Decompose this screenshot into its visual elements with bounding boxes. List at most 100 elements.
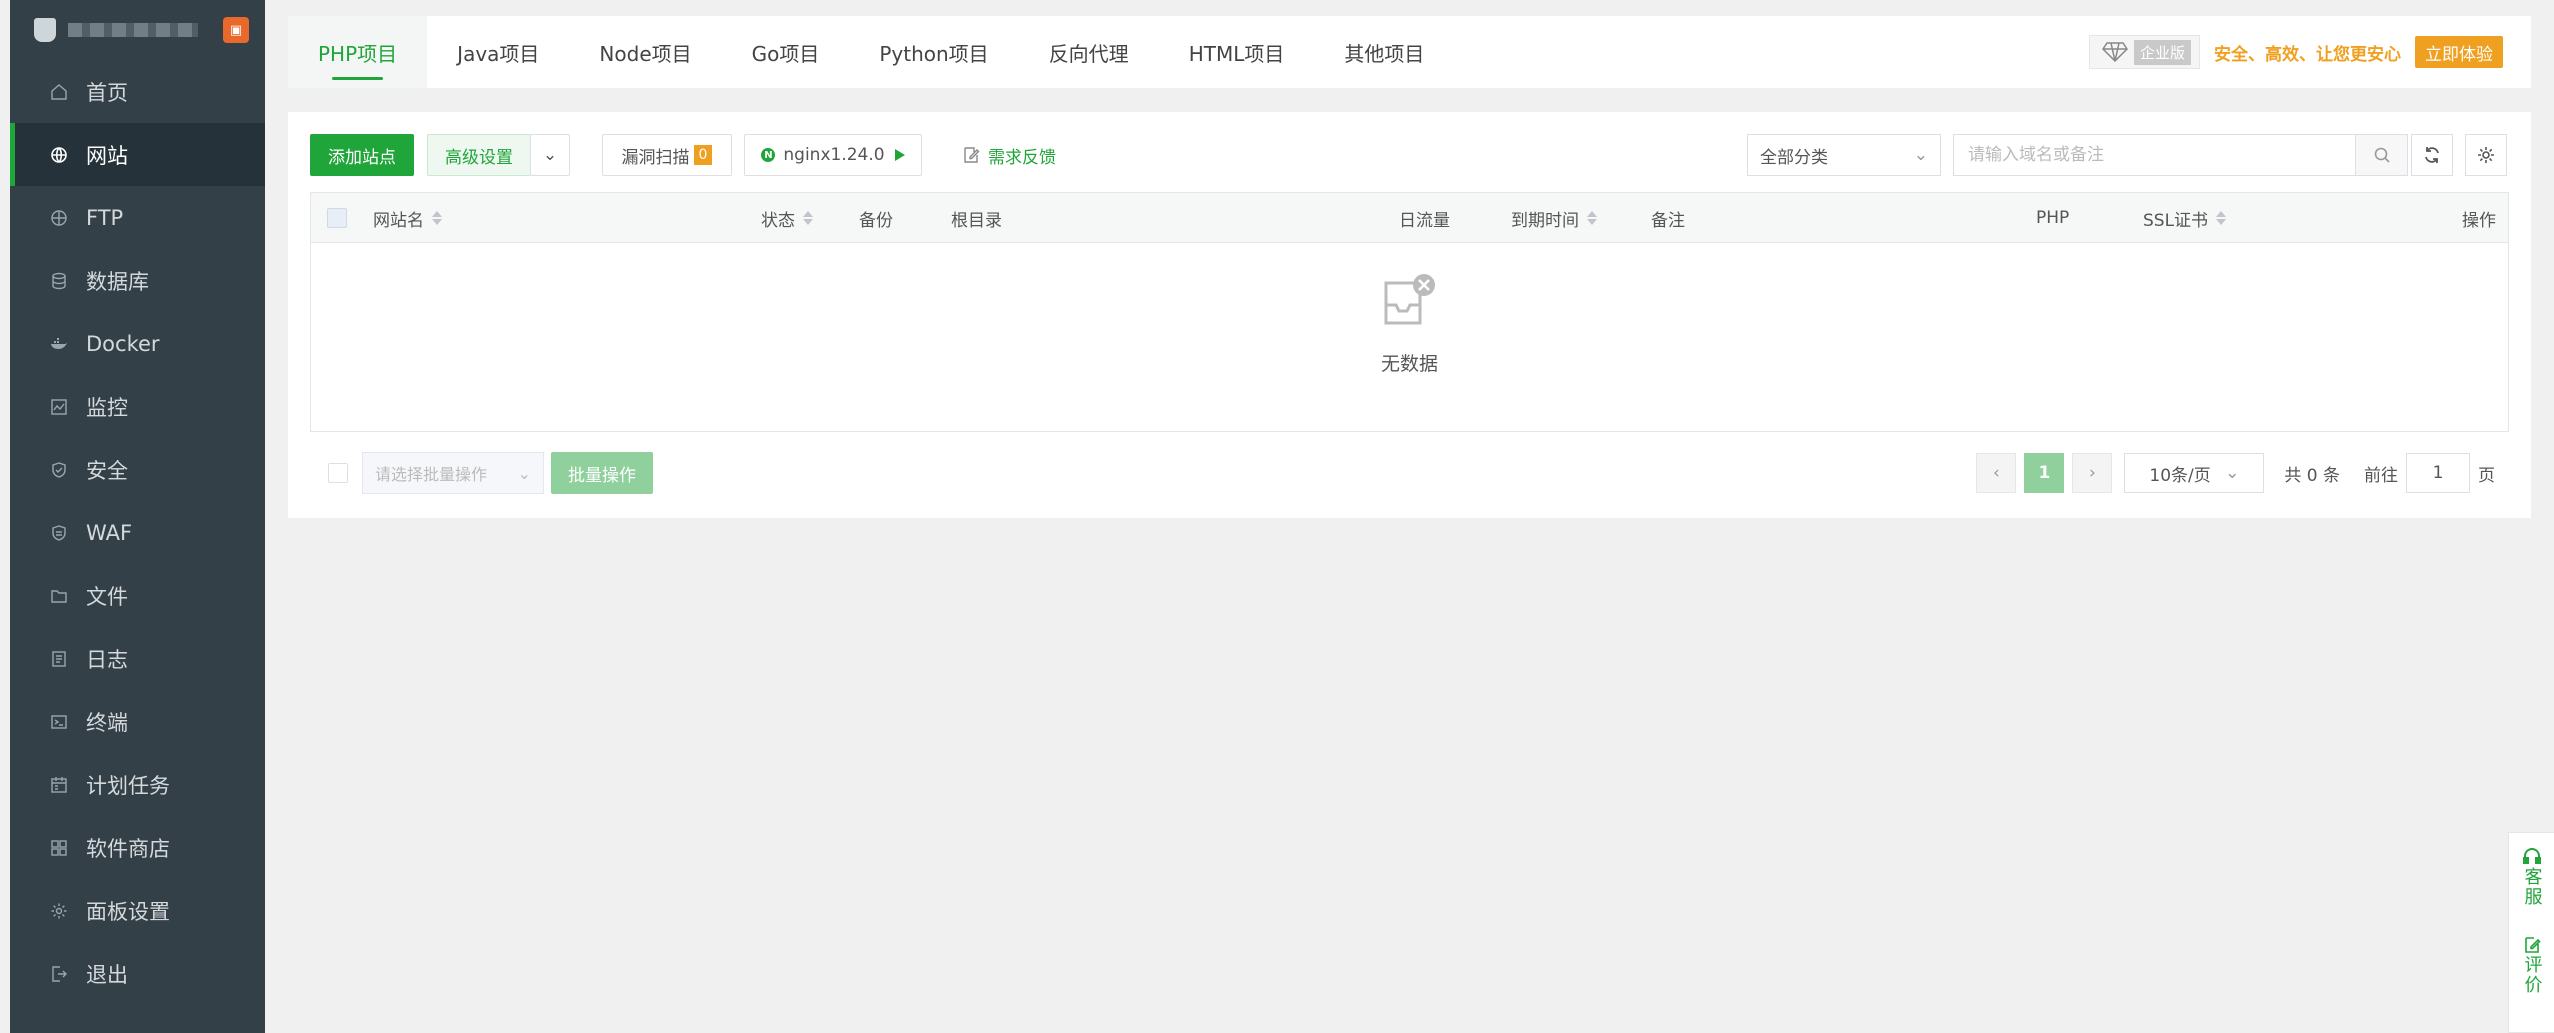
sidebar-item-monitor[interactable]: 监控 bbox=[10, 375, 265, 438]
footer-select-checkbox[interactable] bbox=[328, 463, 348, 483]
column-label: 日流量 bbox=[1399, 210, 1450, 231]
vuln-scan-button[interactable]: 漏洞扫描 0 bbox=[602, 134, 732, 176]
logout-icon bbox=[48, 963, 70, 985]
toolbar: 添加站点 高级设置 ⌄ 漏洞扫描 0 N nginx1.24.0 需求反馈 全部… bbox=[310, 134, 2509, 176]
sidebar-item-label: 监控 bbox=[86, 395, 128, 420]
customer-service-label: 客服 bbox=[2521, 867, 2543, 907]
tab-reverse-proxy[interactable]: 反向代理 bbox=[1019, 16, 1159, 88]
sidebar-item-waf[interactable]: WAF bbox=[10, 501, 265, 564]
tab-other[interactable]: 其他项目 bbox=[1314, 16, 1454, 88]
grid-icon bbox=[48, 837, 70, 859]
column-label: 网站名 bbox=[373, 210, 424, 231]
review-button[interactable]: 评价 bbox=[2521, 935, 2543, 995]
sidebar-item-label: 首页 bbox=[86, 80, 128, 105]
try-now-button[interactable]: 立即体验 bbox=[2415, 36, 2503, 68]
feedback-link[interactable]: 需求反馈 bbox=[962, 134, 1056, 176]
sidebar-item-label: 退出 bbox=[86, 962, 128, 987]
edit-icon bbox=[2524, 937, 2541, 953]
tab-go[interactable]: Go项目 bbox=[722, 16, 850, 88]
column-status[interactable]: 状态 bbox=[761, 193, 813, 243]
nginx-status-button[interactable]: N nginx1.24.0 bbox=[744, 134, 922, 176]
column-expiry[interactable]: 到期时间 bbox=[1511, 193, 1597, 243]
nginx-version: nginx1.24.0 bbox=[783, 145, 885, 165]
site-table: 网站名 状态 备份 根目录 日流量 到期时间 备注 PHP SSL证书 操作 无… bbox=[310, 192, 2509, 432]
sidebar-item-label: WAF bbox=[86, 520, 133, 545]
sidebar-item-logout[interactable]: 退出 bbox=[10, 942, 265, 1005]
tab-java[interactable]: Java项目 bbox=[427, 16, 569, 88]
sort-icon[interactable] bbox=[432, 211, 442, 225]
sidebar-item-terminal[interactable]: 终端 bbox=[10, 690, 265, 753]
sidebar-item-home[interactable]: 首页 bbox=[10, 60, 265, 123]
sidebar-item-label: 文件 bbox=[86, 584, 128, 609]
search-button[interactable] bbox=[2355, 135, 2407, 175]
notification-badge-icon[interactable]: ▣ bbox=[223, 17, 249, 43]
site-search bbox=[1953, 134, 2408, 176]
sidebar-item-label: 计划任务 bbox=[86, 773, 170, 798]
folder-icon bbox=[48, 585, 70, 607]
promo-slogan: 安全、高效、让您更安心 bbox=[2214, 44, 2401, 65]
prev-page-button[interactable]: ‹ bbox=[1976, 453, 2017, 493]
empty-state: 无数据 bbox=[311, 273, 2508, 376]
column-site-name[interactable]: 网站名 bbox=[373, 193, 442, 243]
sidebar-item-logs[interactable]: 日志 bbox=[10, 627, 265, 690]
sidebar-item-label: 网站 bbox=[86, 143, 128, 168]
empty-text: 无数据 bbox=[1380, 353, 1438, 375]
table-footer: 请选择批量操作 ⌄ 批量操作 ‹ 1 › 10条/页 ⌄ 共 0 条 前往 页 bbox=[310, 452, 2509, 494]
tab-python[interactable]: Python项目 bbox=[849, 16, 1018, 88]
settings-button[interactable] bbox=[2465, 134, 2507, 176]
globe-icon bbox=[48, 144, 70, 166]
log-icon bbox=[48, 648, 70, 670]
tab-html[interactable]: HTML项目 bbox=[1159, 16, 1315, 88]
tab-node[interactable]: Node项目 bbox=[569, 16, 721, 88]
chevron-down-icon: ⌄ bbox=[2225, 463, 2240, 483]
review-label: 评价 bbox=[2521, 955, 2543, 995]
sidebar-item-settings[interactable]: 面板设置 bbox=[10, 879, 265, 942]
sidebar-item-label: 软件商店 bbox=[86, 836, 170, 861]
sidebar-item-store[interactable]: 软件商店 bbox=[10, 816, 265, 879]
batch-action-button[interactable]: 批量操作 bbox=[551, 452, 653, 494]
enterprise-badge: 企业版 bbox=[2088, 35, 2200, 69]
sidebar-item-cron[interactable]: 计划任务 bbox=[10, 753, 265, 816]
search-input[interactable] bbox=[1954, 135, 2355, 175]
category-select[interactable]: 全部分类 ⌄ bbox=[1747, 134, 1941, 176]
sidebar-item-website[interactable]: 网站 bbox=[10, 123, 265, 186]
select-all-checkbox[interactable] bbox=[327, 193, 347, 243]
calendar-icon bbox=[48, 774, 70, 796]
sort-icon[interactable] bbox=[803, 211, 813, 225]
batch-action-select[interactable]: 请选择批量操作 ⌄ bbox=[362, 452, 544, 494]
column-label: 根目录 bbox=[951, 210, 1002, 231]
goto-page-input[interactable] bbox=[2406, 453, 2470, 493]
home-icon bbox=[48, 81, 70, 103]
next-page-button[interactable]: › bbox=[2072, 453, 2113, 493]
page-size-select[interactable]: 10条/页 ⌄ bbox=[2124, 453, 2265, 493]
column-remark: 备注 bbox=[1651, 193, 1685, 243]
sidebar-item-label: FTP bbox=[86, 205, 124, 230]
category-value: 全部分类 bbox=[1760, 147, 1828, 168]
column-label: 备注 bbox=[1651, 210, 1685, 231]
column-label: 到期时间 bbox=[1511, 210, 1579, 231]
tab-php[interactable]: PHP项目 bbox=[288, 16, 428, 88]
sidebar-item-ftp[interactable]: FTP bbox=[10, 186, 265, 249]
sidebar-item-label: 安全 bbox=[86, 458, 128, 483]
advanced-settings-button[interactable]: 高级设置 bbox=[427, 134, 531, 176]
refresh-button[interactable] bbox=[2411, 134, 2453, 176]
sidebar-item-docker[interactable]: Docker bbox=[10, 312, 265, 375]
column-label: 操作 bbox=[2462, 210, 2496, 231]
chevron-down-icon: ⌄ bbox=[542, 145, 558, 165]
add-site-button[interactable]: 添加站点 bbox=[310, 134, 414, 176]
monitor-icon bbox=[48, 396, 70, 418]
current-page[interactable]: 1 bbox=[2024, 453, 2065, 493]
total-count: 共 0 条 bbox=[2284, 465, 2340, 486]
advanced-dropdown-button[interactable]: ⌄ bbox=[530, 134, 570, 176]
logo-icon bbox=[34, 18, 56, 42]
customer-service-button[interactable]: 客服 bbox=[2521, 847, 2543, 907]
batch-placeholder: 请选择批量操作 bbox=[375, 465, 488, 484]
sidebar-item-database[interactable]: 数据库 bbox=[10, 249, 265, 312]
sort-icon[interactable] bbox=[2216, 211, 2227, 225]
column-ssl[interactable]: SSL证书 bbox=[2143, 193, 2227, 243]
checkbox[interactable] bbox=[327, 208, 347, 228]
sidebar-item-files[interactable]: 文件 bbox=[10, 564, 265, 627]
project-tabs-bar: PHP项目 Java项目 Node项目 Go项目 Python项目 反向代理 H… bbox=[288, 16, 2531, 88]
sidebar-item-security[interactable]: 安全 bbox=[10, 438, 265, 501]
sort-icon[interactable] bbox=[1587, 211, 1597, 225]
